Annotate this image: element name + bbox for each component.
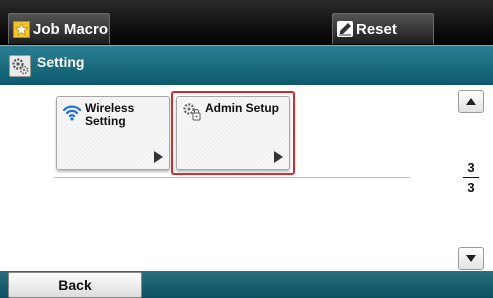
eraser-icon xyxy=(337,21,353,37)
current-page: 3 xyxy=(467,160,475,175)
total-pages: 3 xyxy=(467,180,475,195)
tile-label-line1: Wireless xyxy=(85,101,135,115)
scroll-down-button[interactable] xyxy=(458,247,484,270)
play-arrow-icon xyxy=(154,151,163,163)
divider xyxy=(54,177,410,178)
star-icon xyxy=(13,20,30,38)
job-macro-button[interactable]: Job Macro xyxy=(8,13,110,44)
reset-button[interactable]: Reset xyxy=(332,13,434,44)
top-bar: Job Macro Reset xyxy=(0,0,493,45)
tile-label: Admin Setup xyxy=(205,102,279,115)
tile-label: Wireless Setting xyxy=(85,102,134,128)
page-indicator: 3 3 xyxy=(458,160,484,195)
tile-label-line2: Setting xyxy=(85,114,126,128)
job-macro-label: Job Macro xyxy=(33,20,109,38)
tile-label-line1: Admin Setup xyxy=(205,101,279,115)
back-button[interactable]: Back xyxy=(8,272,142,298)
wifi-icon xyxy=(62,102,82,122)
page-title: Setting xyxy=(37,54,85,70)
play-arrow-icon xyxy=(274,151,283,163)
admin-setup-tile[interactable]: Admin Setup xyxy=(176,96,290,170)
scroll-up-button[interactable] xyxy=(458,90,484,113)
title-bar: Setting xyxy=(0,45,493,85)
reset-label: Reset xyxy=(356,20,397,38)
gears-icon xyxy=(9,55,31,77)
arrow-down-icon xyxy=(466,255,476,262)
gears-lock-icon xyxy=(182,102,202,122)
wireless-setting-tile[interactable]: Wireless Setting xyxy=(56,96,170,170)
arrow-up-icon xyxy=(466,98,476,105)
fraction-line xyxy=(463,177,479,178)
